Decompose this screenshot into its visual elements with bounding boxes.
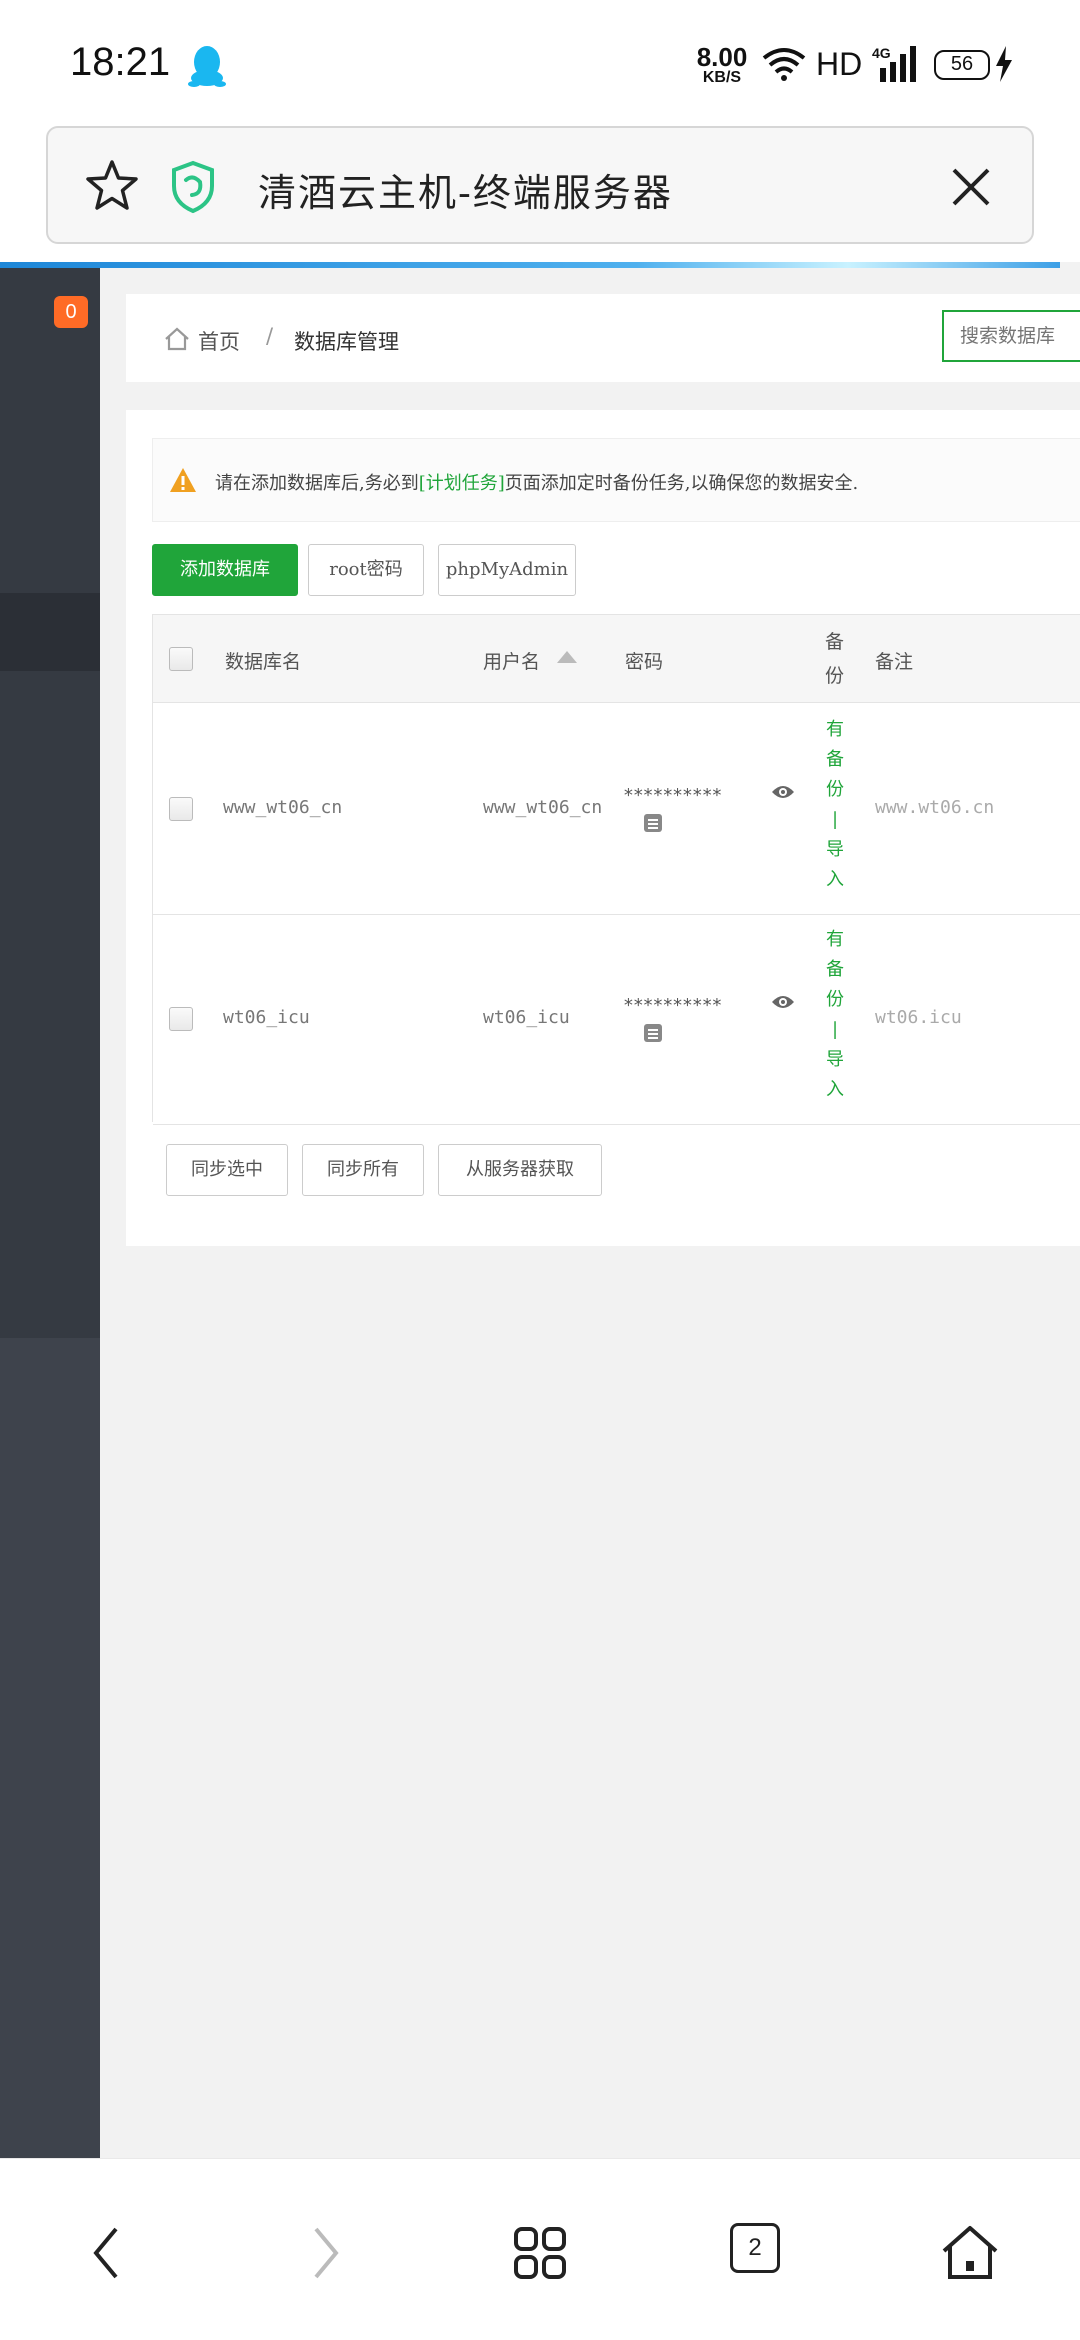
address-bar[interactable]: 清酒云主机-终端服务器 <box>46 126 1034 244</box>
speed-value: 8.00 <box>696 42 748 72</box>
eye-icon[interactable] <box>771 783 795 801</box>
status-bar: 18:21 8.00 KB/S HD 4G 56 <box>0 0 1080 126</box>
row-checkbox[interactable] <box>169 1007 193 1031</box>
import-link[interactable]: 导入 <box>823 1045 847 1105</box>
sort-arrow-icon[interactable] <box>557 651 577 663</box>
notice-prefix: 请在添加数据库后,务必到 <box>215 473 419 494</box>
qq-penguin-icon <box>188 46 226 87</box>
warning-icon <box>170 468 196 492</box>
row-checkbox[interactable] <box>169 797 193 821</box>
home-icon[interactable] <box>164 326 190 352</box>
backup-separator: | <box>831 1019 839 1040</box>
db-username: www_wt06_cn <box>483 797 603 818</box>
breadcrumb-home[interactable]: 首页 <box>198 326 240 356</box>
copy-icon[interactable] <box>643 1021 663 1043</box>
notice-banner: 请在添加数据库后,务必到[计划任务]页面添加定时备份任务,以确保您的数据安全. <box>152 438 1080 522</box>
network-speed: 8.00 KB/S <box>694 44 750 86</box>
header-password: 密码 <box>625 651 664 673</box>
forward-arrow-icon[interactable] <box>294 2223 354 2283</box>
backup-status-link[interactable]: 有备份 <box>823 715 847 805</box>
browser-header: 清酒云主机-终端服务器 <box>0 126 1080 262</box>
security-shield-icon[interactable] <box>170 160 216 214</box>
header-remark: 备注 <box>875 651 914 673</box>
sidebar: 0 <box>0 268 100 2158</box>
db-username: wt06_icu <box>483 1007 570 1028</box>
db-name: www_wt06_cn <box>223 797 343 818</box>
star-bookmark-icon[interactable] <box>84 158 140 214</box>
close-icon[interactable] <box>946 162 996 212</box>
sidebar-item-active[interactable] <box>0 593 100 671</box>
copy-icon[interactable] <box>643 811 663 833</box>
fetch-from-server-button[interactable]: 从服务器获取 <box>438 1144 602 1196</box>
notice-text: 请在添加数据库后,务必到[计划任务]页面添加定时备份任务,以确保您的数据安全. <box>215 469 858 495</box>
browser-nav-bar: 2 <box>0 2158 1080 2340</box>
sidebar-menu <box>0 358 100 1338</box>
wifi-icon <box>762 48 806 81</box>
db-remark[interactable]: wt06.icu <box>875 1007 962 1028</box>
back-arrow-icon[interactable] <box>78 2223 138 2283</box>
backup-status-link[interactable]: 有备份 <box>823 925 847 1015</box>
page-title: 清酒云主机-终端服务器 <box>258 171 673 215</box>
notice-suffix: 页面添加定时备份任务,以确保您的数据安全. <box>504 473 859 494</box>
table-row: wt06_icu wt06_icu ********** 有备份 | 导入 wt… <box>153 915 1080 1125</box>
breadcrumb-separator: / <box>266 324 274 348</box>
sync-all-button[interactable]: 同步所有 <box>302 1144 424 1196</box>
add-database-button[interactable]: 添加数据库 <box>152 544 298 596</box>
signal-icon: 4G <box>872 45 916 82</box>
breadcrumb: 首页 / 数据库管理 <box>126 294 1080 382</box>
status-time: 18:21 <box>70 40 171 84</box>
database-panel: 请在添加数据库后,务必到[计划任务]页面添加定时备份任务,以确保您的数据安全. … <box>126 410 1080 1246</box>
menu-grid-icon[interactable] <box>510 2223 570 2283</box>
header-backup: 备份 <box>825 631 845 687</box>
sidebar-header[interactable]: 0 <box>0 268 100 358</box>
cron-task-link[interactable]: [计划任务] <box>419 473 505 494</box>
db-password-masked: ********** <box>623 995 722 1016</box>
backup-separator: | <box>831 809 839 830</box>
breadcrumb-current: 数据库管理 <box>294 330 399 354</box>
network-type: 4G <box>872 45 891 61</box>
db-remark[interactable]: www.wt06.cn <box>875 797 994 818</box>
hd-indicator: HD <box>816 46 863 82</box>
db-name: wt06_icu <box>223 1007 310 1028</box>
header-username[interactable]: 用户名 <box>483 647 540 674</box>
table-row: www_wt06_cn www_wt06_cn ********** 有备份 |… <box>153 705 1080 915</box>
web-content: 0 首页 / 数据库管理 请在添加数据库后,务必到[计划任务]页面添加定时备份任… <box>0 268 1080 2158</box>
header-db-name: 数据库名 <box>225 651 302 673</box>
charging-bolt-icon <box>996 46 1012 82</box>
battery-indicator: 56 <box>934 50 990 80</box>
home-nav-icon[interactable] <box>940 2223 1000 2283</box>
table-header: 数据库名 用户名 密码 备份 备注 <box>153 615 1080 703</box>
speed-unit: KB/S <box>702 69 742 86</box>
database-table: 数据库名 用户名 密码 备份 备注 www_wt06_cn www_wt06_c… <box>152 614 1080 1125</box>
root-password-button[interactable]: root密码 <box>308 544 424 596</box>
tabs-count-button[interactable]: 2 <box>730 2223 780 2273</box>
phpmyadmin-button[interactable]: phpMyAdmin <box>438 544 576 596</box>
import-link[interactable]: 导入 <box>823 835 847 895</box>
eye-icon[interactable] <box>771 993 795 1011</box>
sync-selected-button[interactable]: 同步选中 <box>166 1144 288 1196</box>
select-all-checkbox[interactable] <box>169 647 193 671</box>
notification-badge[interactable]: 0 <box>54 296 88 328</box>
db-password-masked: ********** <box>623 785 722 806</box>
search-input[interactable] <box>942 310 1080 362</box>
